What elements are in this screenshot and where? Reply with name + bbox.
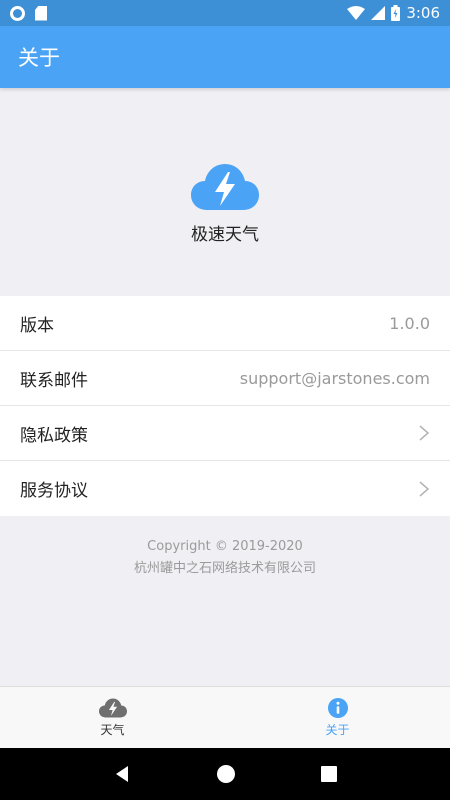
- cloud-lightning-icon: [98, 698, 127, 718]
- status-bar: 3:06: [0, 0, 450, 26]
- tab-weather[interactable]: 天气: [0, 687, 225, 748]
- copyright-footer: Copyright © 2019-2020 杭州罐中之石网络技术有限公司: [0, 536, 450, 580]
- version-row: 版本 1.0.0: [0, 296, 450, 351]
- back-icon[interactable]: [113, 765, 131, 783]
- version-value: 1.0.0: [389, 313, 430, 333]
- system-nav-bar: [0, 748, 450, 800]
- info-list: 版本 1.0.0 联系邮件 support@jarstones.com 隐私政策…: [0, 296, 450, 516]
- app-bar: 关于: [0, 26, 450, 88]
- company-name: 杭州罐中之石网络技术有限公司: [133, 561, 316, 576]
- wifi-icon: [347, 6, 366, 20]
- app-name: 极速天气: [191, 225, 259, 245]
- signal-icon: [371, 6, 386, 20]
- home-icon[interactable]: [216, 764, 236, 784]
- recents-icon[interactable]: [321, 766, 338, 782]
- tab-about[interactable]: 关于: [225, 687, 450, 748]
- bottom-tab-bar: 天气 关于: [0, 686, 450, 748]
- sd-card-icon: [35, 5, 47, 21]
- info-icon: [327, 698, 348, 718]
- battery-icon: [391, 5, 401, 21]
- app-hero: 极速天气: [0, 88, 450, 296]
- copyright-text: Copyright © 2019-2020: [147, 539, 303, 554]
- tab-about-label: 关于: [325, 723, 350, 737]
- privacy-policy-label: 隐私政策: [20, 425, 88, 446]
- email-value[interactable]: support@jarstones.com: [240, 369, 430, 388]
- service-agreement-row[interactable]: 服务协议: [0, 461, 450, 516]
- cloud-lightning-icon: [191, 164, 259, 210]
- version-label: 版本: [20, 315, 54, 336]
- email-row[interactable]: 联系邮件 support@jarstones.com: [0, 351, 450, 406]
- privacy-policy-row[interactable]: 隐私政策: [0, 406, 450, 461]
- chevron-right-icon: [419, 425, 430, 441]
- service-agreement-label: 服务协议: [20, 481, 88, 501]
- tab-weather-label: 天气: [100, 723, 125, 737]
- page-title: 关于: [18, 46, 60, 70]
- status-time: 3:06: [406, 4, 440, 22]
- notification-icon: [10, 5, 25, 21]
- chevron-right-icon: [419, 480, 430, 497]
- email-label: 联系邮件: [20, 370, 88, 391]
